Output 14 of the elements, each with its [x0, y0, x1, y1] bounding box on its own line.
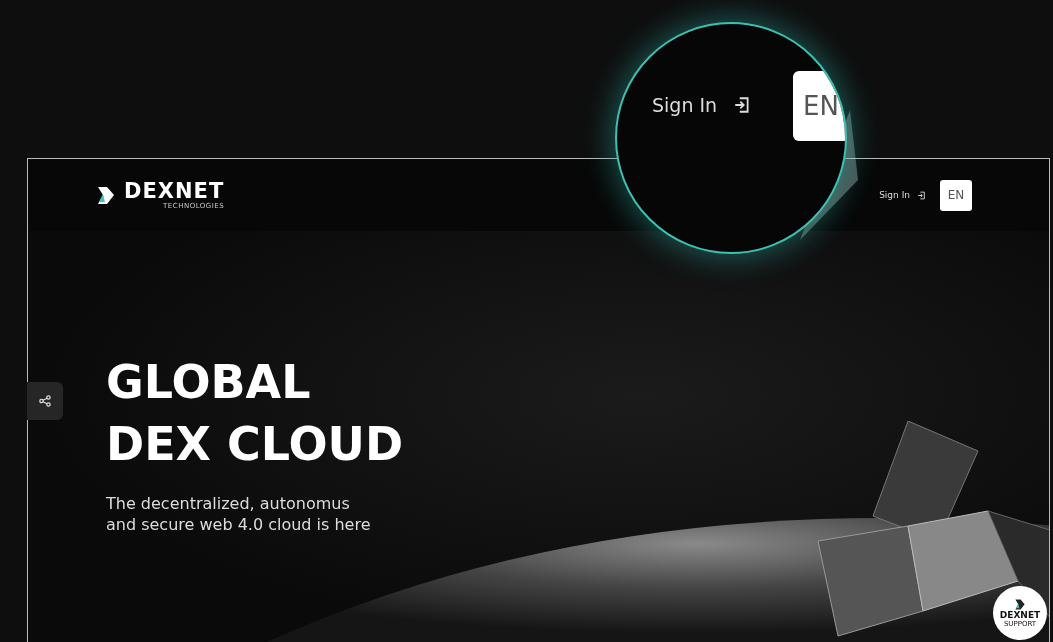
share-button[interactable]: [27, 382, 63, 420]
language-button[interactable]: EN: [793, 71, 845, 141]
sign-in-button[interactable]: Sign In: [879, 190, 926, 200]
sign-in-icon: [733, 96, 752, 114]
sign-in-icon: [917, 190, 926, 200]
logo-icon: [96, 185, 116, 205]
hero-title: GLOBAL DEX CLOUD: [106, 354, 405, 473]
share-icon: [39, 395, 51, 407]
support-name: DEXNET: [999, 609, 1041, 620]
sign-in-button[interactable]: Sign In: [652, 94, 752, 116]
hero-subtitle: The decentralized, autonomus and secure web 4.0 cloud is here: [106, 493, 372, 535]
logo-wordmark: DEXNET: [124, 180, 225, 202]
language-button[interactable]: EN: [940, 179, 972, 211]
logo-icon: [1014, 598, 1026, 610]
